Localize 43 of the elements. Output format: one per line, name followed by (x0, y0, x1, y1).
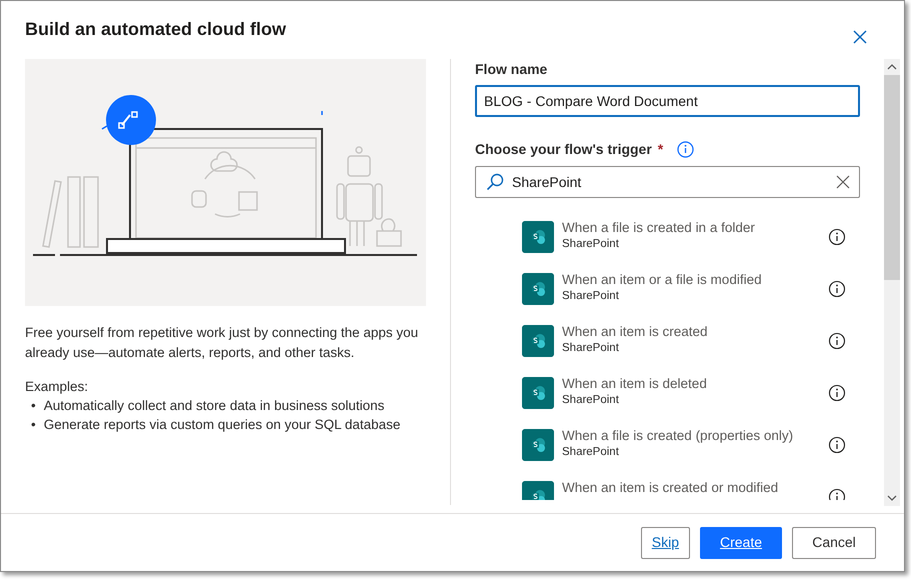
scroll-up-icon[interactable] (887, 63, 897, 71)
info-icon[interactable] (828, 486, 846, 500)
clear-icon[interactable] (836, 175, 850, 189)
flow-name-label: Flow name (475, 60, 548, 79)
info-icon[interactable] (828, 278, 846, 296)
sharepoint-icon (522, 221, 554, 253)
sharepoint-icon (522, 273, 554, 305)
trigger-title[interactable]: When an item or a file is modified (562, 271, 820, 288)
flow-name-field[interactable]: BLOG - Compare Word Document (475, 85, 860, 117)
scrollbar-thumb[interactable] (884, 75, 900, 280)
trigger-title[interactable]: When an item is created or modified (562, 479, 820, 496)
search-icon (486, 173, 504, 191)
sharepoint-icon (522, 429, 554, 461)
trigger-title[interactable]: When an item is deleted (562, 375, 820, 392)
skip-link[interactable]: Skip (640, 526, 690, 558)
info-icon[interactable] (828, 382, 846, 400)
dialog-title: Build an automated cloud flow (25, 19, 286, 41)
sharepoint-icon (522, 377, 554, 409)
description-text: Free yourself from repetitive work just by connecting the apps you already use—automate alerts, reports, and other tasks. (25, 324, 420, 362)
connector-name: SharePoint (562, 289, 620, 304)
bullet-mark: • (31, 397, 36, 415)
cancel-button[interactable]: Cancel (792, 526, 876, 558)
connector-name: SharePoint (562, 237, 620, 252)
scrollbar[interactable] (884, 59, 900, 506)
connector-name: SharePoint (562, 341, 620, 356)
sharepoint-icon (522, 325, 554, 357)
trigger-title[interactable]: When a file is created (properties only) (562, 427, 820, 444)
connector-name: SharePoint (562, 445, 620, 460)
examples-label: Examples: (25, 378, 90, 396)
info-icon[interactable] (828, 434, 846, 452)
trigger-search-field[interactable]: SharePoint (475, 166, 860, 198)
connector-name: SharePoint (562, 393, 620, 408)
required-mark: * (658, 140, 664, 159)
trigger-title[interactable]: When a file is created in a folder (562, 219, 820, 236)
scroll-down-icon[interactable] (887, 494, 897, 502)
info-icon[interactable] (828, 226, 846, 244)
trigger-title[interactable]: When an item is created (562, 323, 820, 340)
trigger-label: Choose your flow's trigger (475, 140, 652, 159)
info-icon[interactable] (828, 330, 846, 348)
bullet-mark: • (31, 416, 36, 434)
example-text: Automatically collect and store data in business solutions (44, 397, 384, 415)
example-text: Generate reports via custom queries on your SQL database (44, 416, 400, 434)
create-button[interactable]: Create (700, 526, 782, 558)
